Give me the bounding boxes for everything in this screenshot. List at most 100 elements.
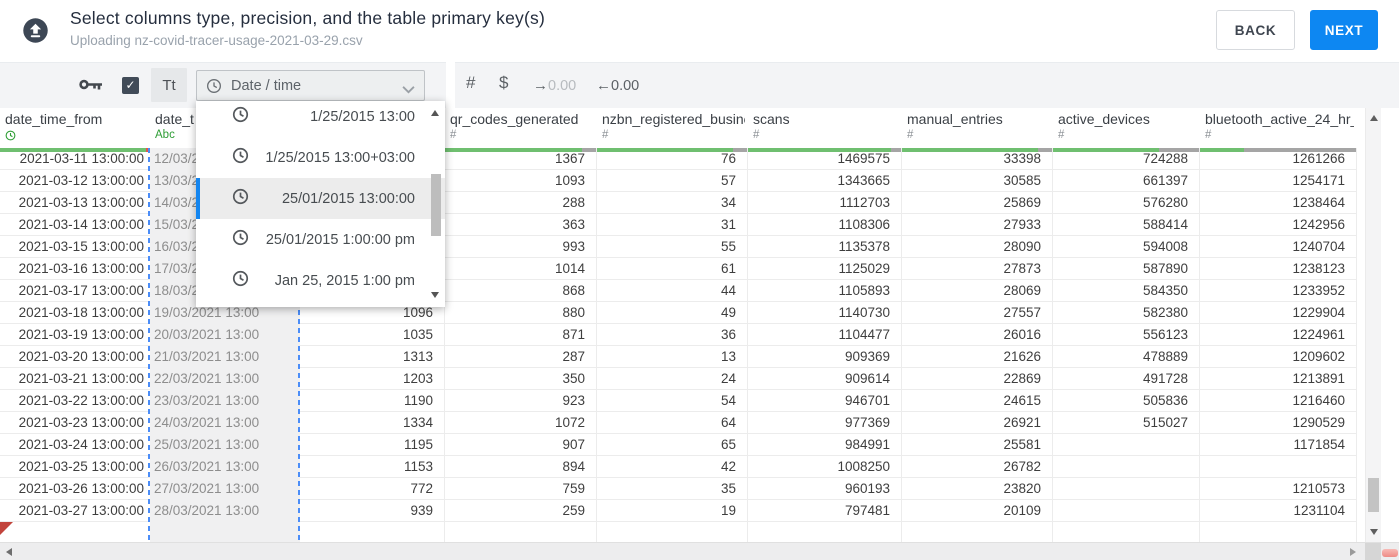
dropdown-option[interactable]: 25/01/2015 1:00:00 pm [196,219,445,260]
table-cell: 1469575 [837,151,890,166]
table-cell: 20109 [1003,503,1041,518]
table-cell [902,522,1053,544]
scroll-left-button[interactable] [6,548,12,556]
table-cell: 20/03/2021 13:00 [150,324,300,346]
vertical-scrollbar[interactable] [1365,108,1381,542]
table-cell: 871 [562,327,585,342]
table-cell: 1008250 [837,459,890,474]
dropdown-option[interactable]: 25/01/2015 13:00:00 [196,178,445,219]
scroll-down-button[interactable] [1370,529,1378,535]
table-cell: 1254171 [1292,173,1345,188]
decrease-precision-button[interactable]: →0.00 [533,77,576,94]
table-cell: 13 [720,349,736,364]
table-cell: 1108306 [838,217,890,232]
table-cell: 1224961 [1292,327,1345,342]
table-cell: 1171854 [1293,437,1345,452]
table-cell: 1014 [554,261,585,276]
table-cell: 35 [720,481,736,496]
table-cell: 30585 [1003,173,1041,188]
table-cell: 909369 [844,349,890,364]
scroll-indicator [1382,549,1398,557]
table-cell: 1203 [402,371,433,386]
dropdown-option[interactable]: 1/25/2015 13:00 [196,101,445,137]
table-cell: 287 [562,349,585,364]
table-cell: 57 [720,173,736,188]
table-cell: 26/03/2021 13:00 [150,456,300,478]
column-name: manual_entries [907,111,1003,127]
table-cell: 1216460 [1292,393,1345,408]
number-type-button[interactable]: # [466,73,475,93]
table-cell: 797481 [844,503,890,518]
table-row: 2021-03-26 13:00:00 27/03/2021 13:00 772 75… [0,478,1357,500]
text-type-button[interactable]: Tt [151,68,187,102]
dropdown-scrollbar-thumb[interactable] [431,174,441,236]
table-row: 2021-03-24 13:00:00 25/03/2021 13:00 1195 9… [0,434,1357,456]
column-header[interactable]: bluetooth_active_24_hr_ # [1200,108,1357,152]
table-cell: 594008 [1142,239,1188,254]
table-cell: 2021-03-25 13:00:00 [18,459,144,474]
table-cell: 27557 [1003,305,1041,320]
table-cell: 34 [720,195,736,210]
table-cell: 1238464 [1292,195,1345,210]
back-button[interactable]: BACK [1216,10,1295,50]
table-cell: 23/03/2021 13:00 [150,390,300,412]
table-cell: 27/03/2021 13:00 [150,478,300,500]
clock-icon [206,78,222,94]
table-cell: 25581 [1003,437,1041,452]
currency-type-button[interactable]: $ [499,73,508,93]
upload-status: Uploading nz-covid-tracer-usage-2021-03-… [70,33,363,48]
column-name: nzbn_registered_busine [602,111,746,127]
column-header[interactable]: date_time_from [0,108,150,152]
table-cell: 923 [562,393,585,408]
column-name: scans [753,111,790,127]
table-cell: 1261266 [1292,151,1345,166]
table-cell: 1105893 [838,283,890,298]
table-cell: 2021-03-14 13:00:00 [18,217,144,232]
column-header[interactable]: manual_entries # [902,108,1053,152]
column-header[interactable]: qr_codes_generated # [445,108,597,152]
column-header[interactable]: scans # [748,108,902,152]
table-cell: 2021-03-18 13:00:00 [18,305,144,320]
table-cell: 939 [410,503,433,518]
table-cell: 64 [720,415,736,430]
horizontal-scrollbar[interactable] [0,542,1399,560]
column-header[interactable]: nzbn_registered_busine # [597,108,748,152]
right-arrow-icon: → [533,77,548,94]
column-header[interactable]: active_devices # [1053,108,1200,152]
table-cell: 28069 [1003,283,1041,298]
table-cell [1053,478,1200,500]
table-cell: 2021-03-23 13:00:00 [18,415,144,430]
select-checkbox[interactable]: ✓ [122,77,139,94]
table-cell: 894 [562,459,585,474]
upload-icon [21,16,50,45]
table-cell: 907 [562,437,585,452]
toolbar-divider [446,62,455,108]
chevron-down-icon [402,81,415,94]
table-cell: 2021-03-15 13:00:00 [18,239,144,254]
table-cell: 584350 [1142,283,1188,298]
primary-key-icon[interactable] [79,78,103,91]
table-cell: 946701 [844,393,890,408]
table-cell: 1213891 [1292,371,1345,386]
vertical-scrollbar-thumb[interactable] [1368,478,1379,512]
dropdown-option[interactable]: 1/25/2015 13:00+03:00 [196,137,445,178]
dropdown-scroll-down-button[interactable] [431,292,439,298]
table-cell: 977369 [844,415,890,430]
table-cell: 576280 [1142,195,1188,210]
table-cell: 259 [562,503,585,518]
table-cell: 505836 [1142,393,1188,408]
table-cell: 1231104 [1293,503,1345,518]
scroll-right-button[interactable] [1350,548,1356,556]
dropdown-option[interactable]: Jan 25, 2015 1:00 pm [196,260,445,301]
table-cell: 2021-03-26 13:00:00 [18,481,144,496]
table-row: 2021-03-27 13:00:00 28/03/2021 13:00 939 25… [0,500,1357,522]
type-dropdown[interactable]: Date / time [196,70,425,101]
table-cell: 61 [720,261,736,276]
table-cell: 1229904 [1292,305,1345,320]
dropdown-scroll-up-button[interactable] [431,110,439,116]
table-cell [1053,522,1200,544]
next-button[interactable]: NEXT [1310,10,1378,50]
increase-precision-button[interactable]: ←0.00 [596,77,639,94]
scroll-up-button[interactable] [1370,115,1378,121]
column-name: bluetooth_active_24_hr_ [1205,111,1355,127]
